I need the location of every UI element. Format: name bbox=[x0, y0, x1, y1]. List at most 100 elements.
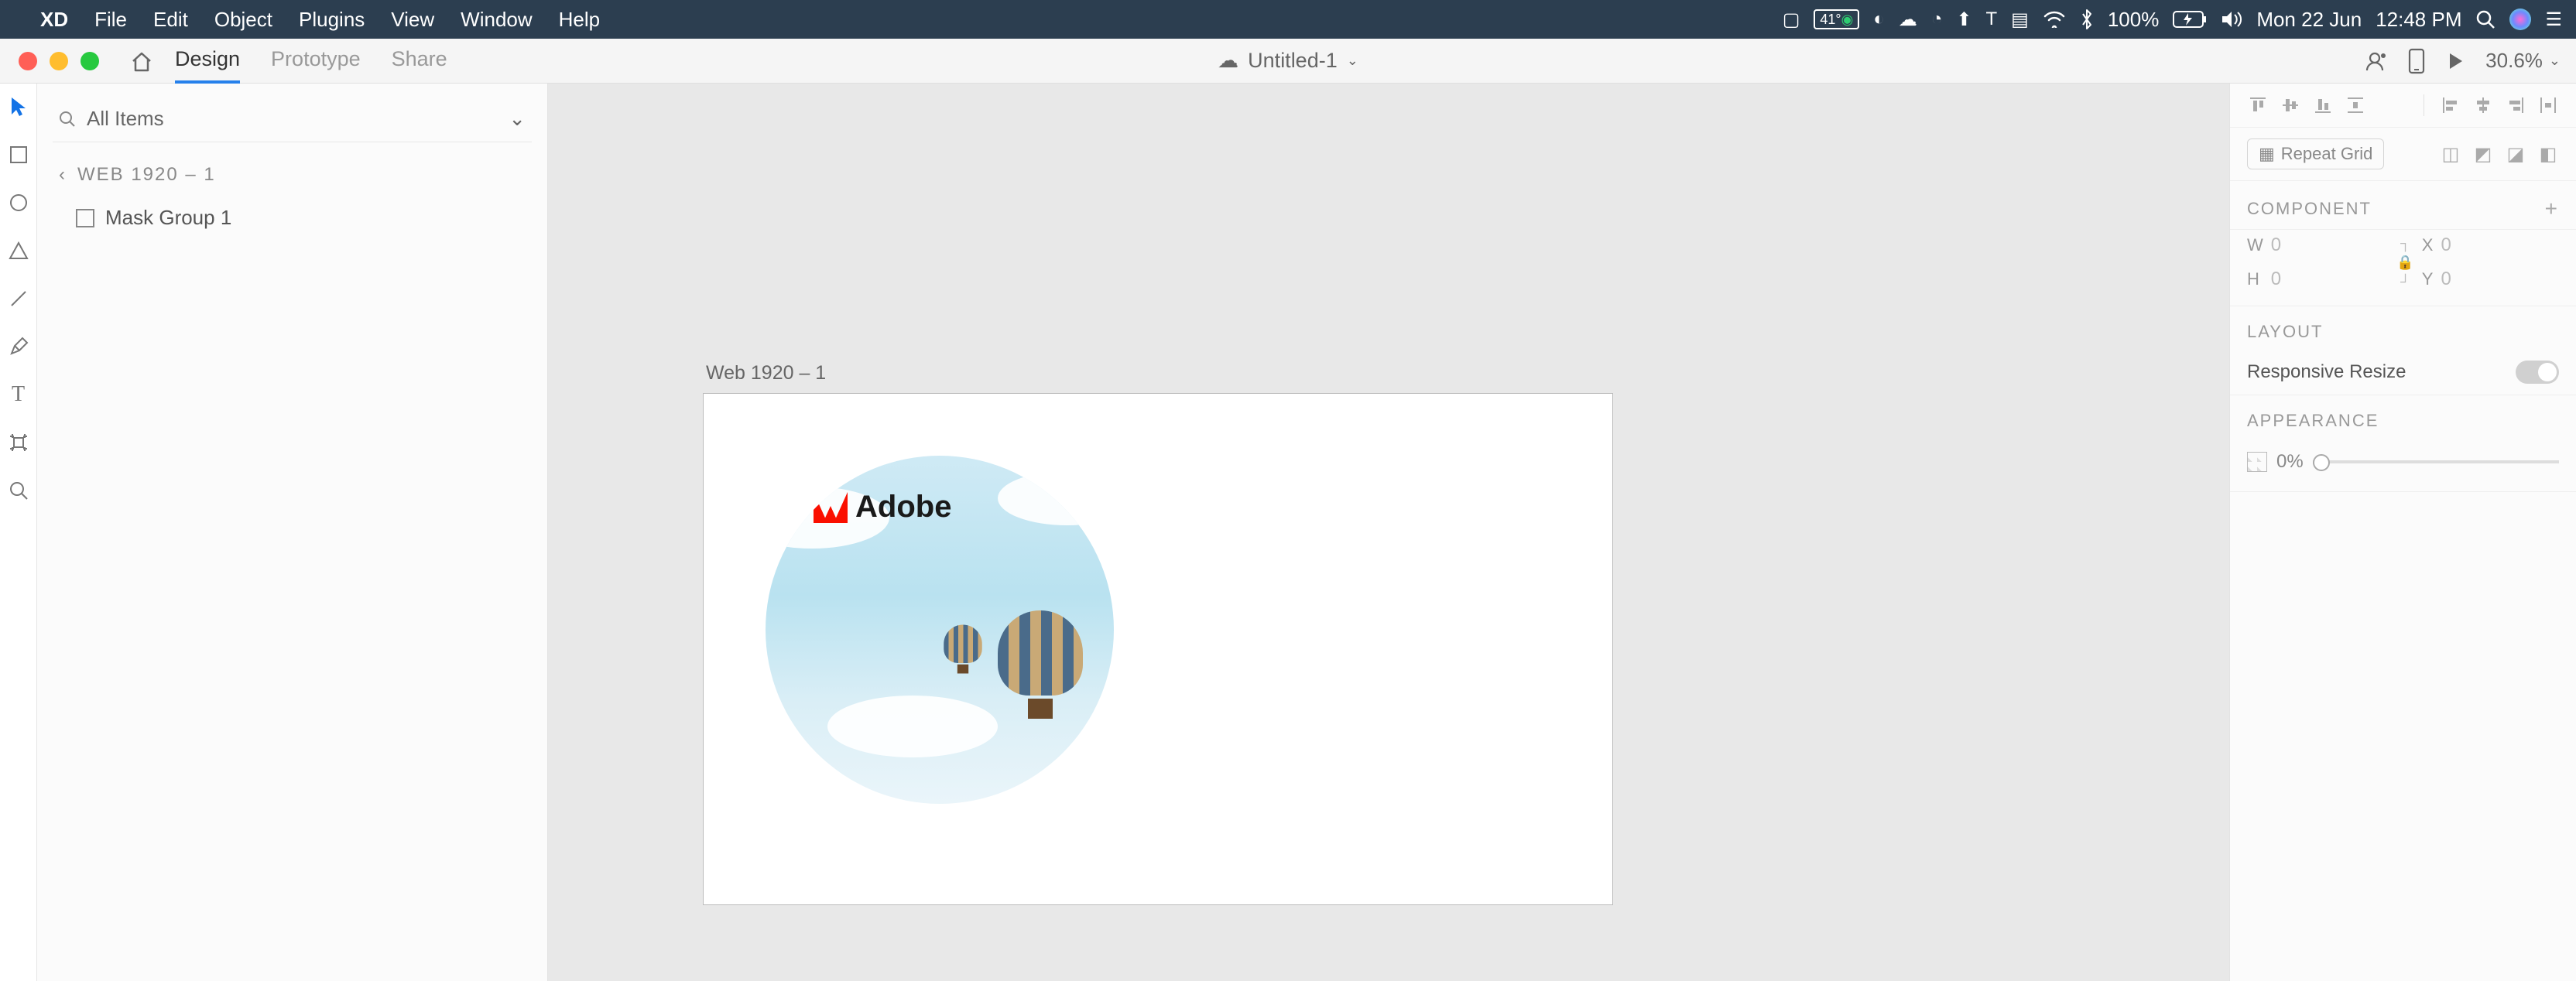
distribute-v-icon[interactable] bbox=[2345, 94, 2366, 116]
menu-window[interactable]: Window bbox=[461, 8, 532, 32]
menu-edit[interactable]: Edit bbox=[153, 8, 188, 32]
balloon-image bbox=[998, 610, 1083, 719]
filter-label: All Items bbox=[87, 107, 498, 131]
status-icon-2[interactable]: ◔ bbox=[1931, 9, 1943, 30]
align-top-icon[interactable] bbox=[2247, 94, 2269, 116]
height-input[interactable]: 0 bbox=[2271, 268, 2389, 290]
component-section-header: COMPONENT + bbox=[2230, 181, 2576, 229]
adobe-wordmark: Adobe bbox=[855, 490, 951, 525]
volume-icon[interactable] bbox=[2221, 10, 2242, 29]
grid-icon: ▦ bbox=[2259, 144, 2275, 164]
align-bottom-icon[interactable] bbox=[2312, 94, 2334, 116]
layer-item[interactable]: Mask Group 1 bbox=[53, 198, 532, 238]
adobe-logo: Adobe bbox=[814, 490, 951, 525]
boolean-add-icon[interactable]: ◫ bbox=[2440, 143, 2461, 165]
menu-object[interactable]: Object bbox=[214, 8, 272, 32]
zoom-value: 30.6% bbox=[2485, 49, 2543, 73]
bluetooth-icon[interactable] bbox=[2080, 9, 2094, 30]
responsive-resize-label: Responsive Resize bbox=[2247, 361, 2406, 383]
facetime-icon[interactable]: ▢ bbox=[1783, 9, 1800, 31]
add-component-button[interactable]: + bbox=[2545, 197, 2559, 221]
battery-percent[interactable]: 100% bbox=[2108, 8, 2160, 32]
maximize-window-button[interactable] bbox=[80, 52, 99, 70]
align-vcenter-icon[interactable] bbox=[2280, 94, 2301, 116]
app-name[interactable]: XD bbox=[40, 8, 68, 32]
artboard-breadcrumb[interactable]: ‹ WEB 1920 – 1 bbox=[53, 142, 532, 198]
height-label: H bbox=[2247, 269, 2263, 289]
menu-help[interactable]: Help bbox=[559, 8, 600, 32]
boolean-exclude-icon[interactable]: ◧ bbox=[2537, 143, 2559, 165]
ellipse-tool[interactable] bbox=[6, 190, 31, 215]
menu-file[interactable]: File bbox=[94, 8, 127, 32]
text-tool[interactable]: T bbox=[6, 382, 31, 407]
rectangle-tool[interactable] bbox=[6, 142, 31, 167]
tab-share[interactable]: Share bbox=[392, 38, 447, 84]
tab-design[interactable]: Design bbox=[175, 38, 240, 84]
upload-icon[interactable]: ⬆ bbox=[1956, 9, 1971, 31]
menubar-date[interactable]: Mon 22 Jun bbox=[2256, 8, 2362, 32]
zoom-tool[interactable] bbox=[6, 478, 31, 503]
canvas[interactable]: Web 1920 – 1 Adobe bbox=[548, 84, 2229, 981]
polygon-tool[interactable] bbox=[6, 238, 31, 263]
link-corner-icon: ┐ bbox=[2400, 235, 2410, 251]
responsive-resize-toggle[interactable] bbox=[2516, 361, 2559, 384]
cloud-icon[interactable]: ☁ bbox=[1899, 9, 1917, 31]
y-label: Y bbox=[2422, 269, 2434, 289]
chevron-left-icon: ‹ bbox=[59, 164, 67, 186]
lock-aspect-icon[interactable]: 🔒 bbox=[2396, 255, 2413, 271]
pen-tool[interactable] bbox=[6, 334, 31, 359]
align-left-icon[interactable] bbox=[2440, 94, 2461, 116]
align-hcenter-icon[interactable] bbox=[2472, 94, 2494, 116]
boolean-subtract-icon[interactable]: ◩ bbox=[2472, 143, 2494, 165]
status-icon-1[interactable]: ◐ bbox=[1873, 9, 1885, 30]
select-tool[interactable] bbox=[6, 94, 31, 119]
tab-prototype[interactable]: Prototype bbox=[271, 38, 361, 84]
siri-icon[interactable] bbox=[2509, 9, 2531, 30]
layers-filter-dropdown[interactable]: All Items ⌄ bbox=[53, 96, 532, 142]
opacity-value[interactable]: 0% bbox=[2276, 451, 2304, 473]
invite-icon[interactable] bbox=[2365, 50, 2388, 73]
x-input[interactable]: 0 bbox=[2441, 234, 2559, 256]
boolean-intersect-icon[interactable]: ◪ bbox=[2505, 143, 2526, 165]
opacity-swatch-icon[interactable] bbox=[2247, 452, 2267, 472]
y-input[interactable]: 0 bbox=[2441, 268, 2559, 290]
artboard[interactable]: Adobe bbox=[703, 393, 1613, 905]
distribute-h-icon[interactable] bbox=[2537, 94, 2559, 116]
menu-plugins[interactable]: Plugins bbox=[299, 8, 365, 32]
document-title[interactable]: ☁ Untitled-1 ⌄ bbox=[1218, 49, 1358, 73]
zoom-dropdown[interactable]: 30.6% ⌄ bbox=[2485, 49, 2561, 73]
artboard-name-label[interactable]: Web 1920 – 1 bbox=[706, 362, 826, 385]
align-right-icon[interactable] bbox=[2505, 94, 2526, 116]
battery-icon[interactable] bbox=[2173, 11, 2207, 28]
chevron-down-icon: ⌄ bbox=[509, 107, 526, 131]
minimize-window-button[interactable] bbox=[50, 52, 68, 70]
width-input[interactable]: 0 bbox=[2271, 234, 2389, 256]
menu-view[interactable]: View bbox=[391, 8, 434, 32]
chevron-down-icon: ⌄ bbox=[2549, 53, 2561, 69]
text-icon[interactable]: T bbox=[1985, 9, 1997, 30]
notification-center-icon[interactable]: ☰ bbox=[2545, 9, 2562, 31]
tool-strip: T bbox=[0, 84, 37, 981]
play-preview-icon[interactable] bbox=[2445, 51, 2465, 71]
layer-label: Mask Group 1 bbox=[105, 206, 231, 230]
device-preview-icon[interactable] bbox=[2408, 48, 2425, 74]
close-window-button[interactable] bbox=[19, 52, 37, 70]
x-label: X bbox=[2422, 235, 2434, 255]
layout-section-header: LAYOUT bbox=[2230, 306, 2576, 350]
weather-widget[interactable]: 41° ◉ bbox=[1814, 9, 1859, 29]
balloon-image bbox=[944, 625, 982, 674]
artboard-tool[interactable] bbox=[6, 430, 31, 455]
home-button[interactable] bbox=[130, 50, 153, 72]
cloud-shape bbox=[827, 696, 998, 757]
cloud-shape bbox=[998, 471, 1114, 525]
wifi-icon[interactable] bbox=[2043, 11, 2066, 28]
mask-group-shape[interactable]: Adobe bbox=[766, 456, 1114, 804]
spotlight-icon[interactable] bbox=[2475, 9, 2496, 29]
display-icon[interactable]: ▤ bbox=[2011, 9, 2029, 31]
chevron-down-icon: ⌄ bbox=[1347, 53, 1358, 69]
mask-group-icon bbox=[76, 209, 94, 227]
menubar-time[interactable]: 12:48 PM bbox=[2376, 8, 2461, 32]
line-tool[interactable] bbox=[6, 286, 31, 311]
opacity-slider[interactable] bbox=[2313, 460, 2559, 463]
repeat-grid-button[interactable]: ▦ Repeat Grid bbox=[2247, 138, 2384, 169]
